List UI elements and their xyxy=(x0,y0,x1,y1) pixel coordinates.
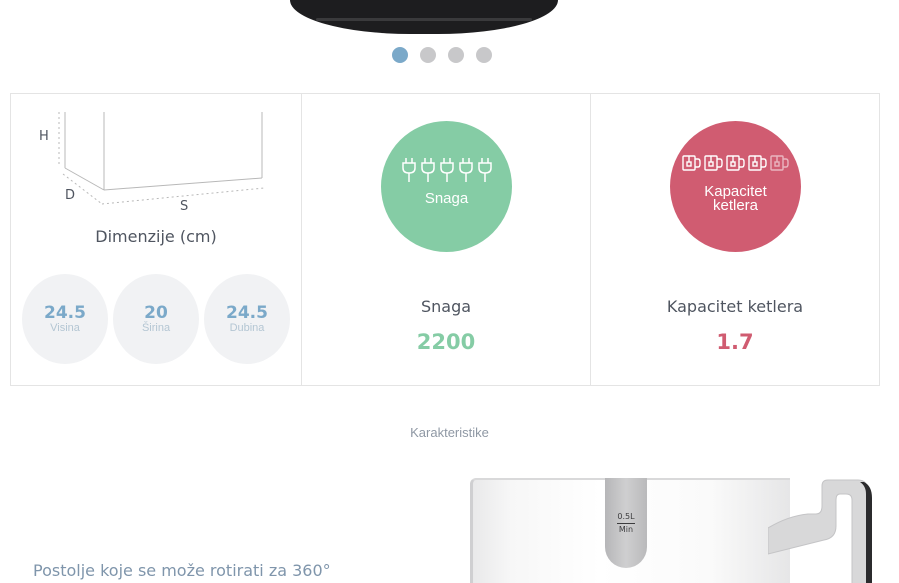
dimension-depth: 24.5 Dubina xyxy=(204,274,290,364)
water-level-label: 0.5L Min xyxy=(605,512,647,535)
plug-icons xyxy=(401,156,493,184)
capacity-name: Kapacitet ketlera xyxy=(666,297,804,316)
dimension-width: 20 Širina xyxy=(113,274,199,364)
plug-icon xyxy=(420,157,435,182)
mug-icon xyxy=(726,154,745,171)
water-level-divider xyxy=(617,523,635,524)
capacity-column: Kapacitet ketlera Kapacitet ketlera 1.7 xyxy=(591,94,879,385)
mug-icon xyxy=(682,154,701,171)
plug-icon xyxy=(439,157,454,182)
mug-icon xyxy=(704,154,723,171)
dimensions-column: H D S Dimenzije (cm) 24.5 Visina 20 Širi… xyxy=(11,94,302,385)
axis-label-d: D xyxy=(65,188,75,203)
carousel-dots xyxy=(392,47,492,63)
power-badge: Snaga xyxy=(381,121,512,252)
dimension-value: 24.5 xyxy=(44,303,86,323)
box-dimensions-icon: H D S xyxy=(39,112,265,214)
dimension-label: Širina xyxy=(141,322,171,334)
capacity-value: 1.7 xyxy=(716,330,754,354)
dimension-label: Dubina xyxy=(229,322,265,334)
mug-icon xyxy=(748,154,767,171)
feature-text: Postolje koje se može rotirati za 360° xyxy=(33,561,331,580)
dimension-height: 24.5 Visina xyxy=(22,274,108,364)
kettle-handle-image xyxy=(768,479,872,583)
carousel-dot-1[interactable] xyxy=(392,47,408,63)
dimensions-title: Dimenzije (cm) xyxy=(95,227,217,246)
axis-label-h: H xyxy=(39,129,49,144)
product-image-top xyxy=(0,0,899,40)
power-column: Snaga Snaga 2200 xyxy=(302,94,591,385)
capacity-badge-label-line2: ketlera xyxy=(712,196,759,214)
specs-panel: H D S Dimenzije (cm) 24.5 Visina 20 Širi… xyxy=(10,93,880,386)
carousel-dot-4[interactable] xyxy=(476,47,492,63)
capacity-badge: Kapacitet ketlera xyxy=(670,121,801,252)
dimension-value: 24.5 xyxy=(226,303,268,323)
water-level-min: Min xyxy=(618,525,634,534)
carousel-dot-3[interactable] xyxy=(448,47,464,63)
plug-icon xyxy=(458,157,473,182)
power-badge-label: Snaga xyxy=(424,189,469,207)
mug-icon xyxy=(770,154,789,171)
section-title: Karakteristike xyxy=(410,425,489,440)
power-name: Snaga xyxy=(420,297,472,316)
water-level-max: 0.5L xyxy=(617,512,635,521)
mug-icons xyxy=(682,149,789,177)
dimension-value: 20 xyxy=(144,303,168,323)
power-value: 2200 xyxy=(416,330,476,354)
axis-label-s: S xyxy=(180,199,188,214)
dimension-label: Visina xyxy=(50,322,80,334)
plug-icon xyxy=(401,157,416,182)
kettle-base-image xyxy=(290,0,558,34)
dimension-values: 24.5 Visina 20 Širina 24.5 Dubina xyxy=(22,274,290,364)
carousel-dot-2[interactable] xyxy=(420,47,436,63)
plug-icon xyxy=(477,157,492,182)
